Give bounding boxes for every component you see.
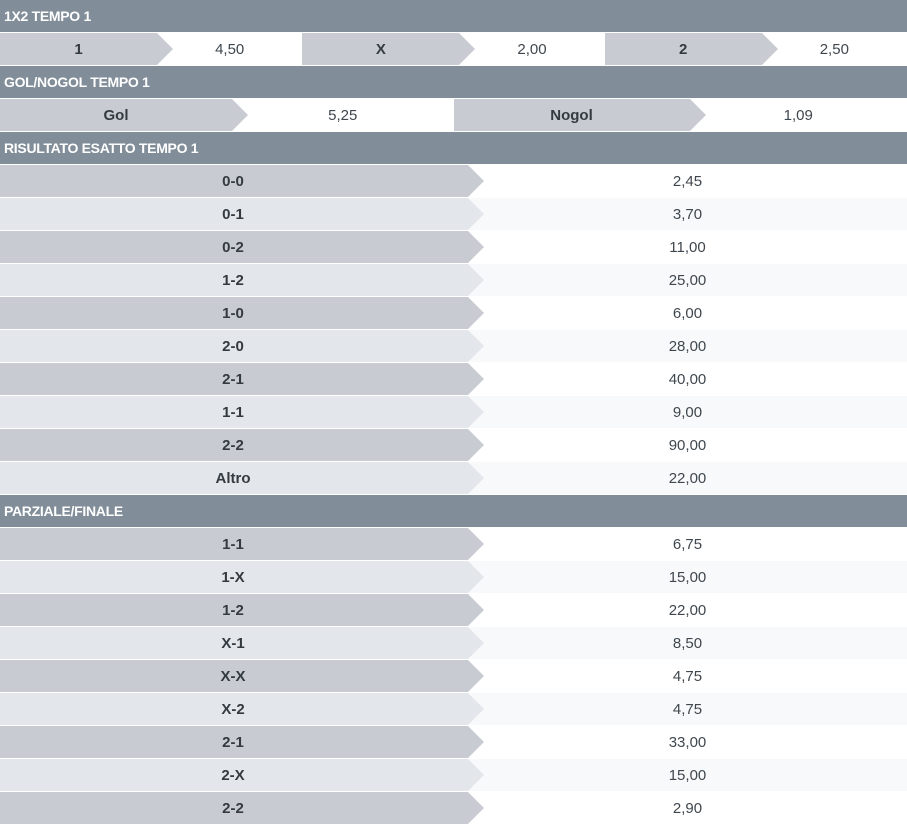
outcome-label[interactable]: 1 — [0, 33, 173, 65]
section-header-risultato-esatto-tempo-1: RISULTATO ESATTO TEMPO 1 — [0, 132, 907, 165]
odd-value[interactable]: 28,00 — [468, 330, 907, 362]
market-row-1x2: 1 4,50 X 2,00 2 2,50 — [0, 33, 907, 66]
outcome-label[interactable]: 2-1 — [0, 363, 484, 395]
outcome-label[interactable]: X-1 — [0, 627, 484, 659]
odd-value[interactable]: 4,75 — [468, 660, 907, 692]
outcome-label[interactable]: 1-2 — [0, 264, 484, 296]
odd-value[interactable]: 15,00 — [468, 561, 907, 593]
section-header-gol-nogol-tempo-1: GOL/NOGOL TEMPO 1 — [0, 66, 907, 99]
odd-value[interactable]: 25,00 — [468, 264, 907, 296]
outcome-label[interactable]: 1-1 — [0, 396, 484, 428]
table-row[interactable]: 2-2 90,00 — [0, 429, 907, 462]
odd-value[interactable]: 22,00 — [468, 594, 907, 626]
section-header-1x2-tempo-1: 1X2 TEMPO 1 — [0, 0, 907, 33]
table-row[interactable]: 1-1 9,00 — [0, 396, 907, 429]
odd-value[interactable]: 40,00 — [468, 363, 907, 395]
risultato-esatto-list: 0-0 2,45 0-1 3,70 0-2 11,00 1-2 25,00 1-0 6,00 2-0… — [0, 165, 907, 495]
outcome-x[interactable]: X 2,00 — [302, 33, 605, 65]
table-row[interactable]: 2-X 15,00 — [0, 759, 907, 792]
outcome-label[interactable]: 0-2 — [0, 231, 484, 263]
table-row[interactable]: 2-0 28,00 — [0, 330, 907, 363]
table-row[interactable]: 1-2 25,00 — [0, 264, 907, 297]
outcome-nogol[interactable]: Nogol 1,09 — [453, 99, 907, 131]
table-row[interactable]: X-1 8,50 — [0, 627, 907, 660]
odd-value[interactable]: 2,50 — [761, 33, 907, 65]
table-row[interactable]: 2-1 33,00 — [0, 726, 907, 759]
outcome-label[interactable]: X-X — [0, 660, 484, 692]
outcome-1[interactable]: 1 4,50 — [0, 33, 303, 65]
outcome-label[interactable]: X — [302, 33, 476, 65]
odd-value[interactable]: 15,00 — [468, 759, 907, 791]
outcome-gol[interactable]: Gol 5,25 — [0, 99, 454, 131]
table-row[interactable]: 2-2 2,90 — [0, 792, 907, 825]
outcome-label[interactable]: 0-0 — [0, 165, 484, 197]
table-row[interactable]: 2-1 40,00 — [0, 363, 907, 396]
odd-value[interactable]: 11,00 — [468, 231, 907, 263]
outcome-label[interactable]: 2-X — [0, 759, 484, 791]
outcome-label[interactable]: 0-1 — [0, 198, 484, 230]
odd-value[interactable]: 5,25 — [232, 99, 454, 131]
outcome-label[interactable]: X-2 — [0, 693, 484, 725]
odd-value[interactable]: 22,00 — [468, 462, 907, 494]
odd-value[interactable]: 4,75 — [468, 693, 907, 725]
odd-value[interactable]: 2,90 — [468, 792, 907, 824]
odd-value[interactable]: 4,50 — [157, 33, 303, 65]
outcome-label[interactable]: 1-1 — [0, 528, 484, 560]
odd-value[interactable]: 6,00 — [468, 297, 907, 329]
outcome-label[interactable]: Altro — [0, 462, 484, 494]
table-row[interactable]: 0-1 3,70 — [0, 198, 907, 231]
outcome-label[interactable]: 2-0 — [0, 330, 484, 362]
odd-value[interactable]: 2,00 — [459, 33, 605, 65]
parziale-finale-list: 1-1 6,75 1-X 15,00 1-2 22,00 X-1 8,50 X-X 4,75 X-2… — [0, 528, 907, 825]
odd-value[interactable]: 1,09 — [689, 99, 907, 131]
odd-value[interactable]: 33,00 — [468, 726, 907, 758]
outcome-label[interactable]: 2 — [604, 33, 778, 65]
odd-value[interactable]: 8,50 — [468, 627, 907, 659]
odd-value[interactable]: 9,00 — [468, 396, 907, 428]
outcome-label[interactable]: 2-2 — [0, 792, 484, 824]
odd-value[interactable]: 6,75 — [468, 528, 907, 560]
table-row[interactable]: 1-0 6,00 — [0, 297, 907, 330]
table-row[interactable]: 0-0 2,45 — [0, 165, 907, 198]
section-header-parziale-finale: PARZIALE/FINALE — [0, 495, 907, 528]
table-row[interactable]: X-X 4,75 — [0, 660, 907, 693]
odd-value[interactable]: 90,00 — [468, 429, 907, 461]
outcome-label[interactable]: 2-1 — [0, 726, 484, 758]
outcome-label[interactable]: 1-2 — [0, 594, 484, 626]
table-row[interactable]: Altro 22,00 — [0, 462, 907, 495]
outcome-2[interactable]: 2 2,50 — [604, 33, 907, 65]
table-row[interactable]: X-2 4,75 — [0, 693, 907, 726]
table-row[interactable]: 1-1 6,75 — [0, 528, 907, 561]
outcome-label[interactable]: 1-X — [0, 561, 484, 593]
table-row[interactable]: 1-2 22,00 — [0, 594, 907, 627]
odd-value[interactable]: 2,45 — [468, 165, 907, 197]
odd-value[interactable]: 3,70 — [468, 198, 907, 230]
table-row[interactable]: 1-X 15,00 — [0, 561, 907, 594]
table-row[interactable]: 0-2 11,00 — [0, 231, 907, 264]
outcome-label[interactable]: Gol — [0, 99, 248, 131]
outcome-label[interactable]: 1-0 — [0, 297, 484, 329]
outcome-label[interactable]: 2-2 — [0, 429, 484, 461]
outcome-label[interactable]: Nogol — [453, 99, 706, 131]
market-row-gol-nogol: Gol 5,25 Nogol 1,09 — [0, 99, 907, 132]
